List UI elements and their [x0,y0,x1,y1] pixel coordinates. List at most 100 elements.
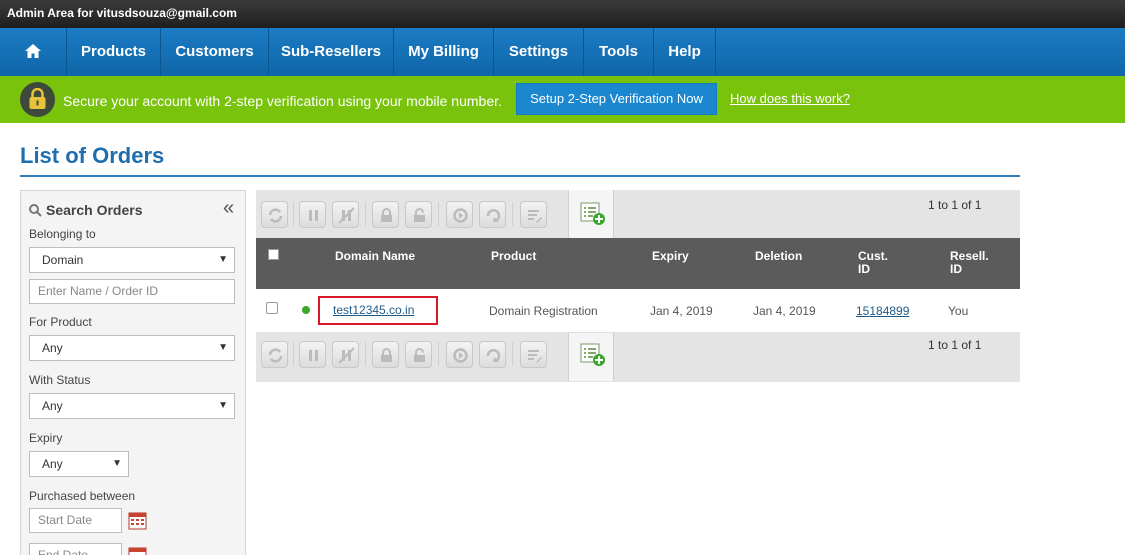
calendar-icon[interactable] [128,511,147,530]
refresh-button[interactable] [261,201,288,228]
add-list-icon [580,343,605,366]
nav-products[interactable]: Products [67,28,161,76]
search-orders-panel: Search Orders « Belonging to Domain ▼ En… [20,190,246,555]
renew-button[interactable] [446,201,473,228]
nav-help[interactable]: Help [654,28,716,76]
admin-bar: Admin Area for vitusdsouza@gmail.com [0,0,1125,28]
product-cell: Domain Registration [489,304,598,318]
dropdown-arrow-icon: ▼ [112,458,122,469]
lock-button[interactable] [372,201,399,228]
end-date-input[interactable]: End Date [29,543,122,555]
suspend-button[interactable] [299,341,326,368]
toolbar-divider [293,202,294,226]
nav-sub-resellers[interactable]: Sub-Resellers [269,28,394,76]
two-step-banner: Secure your account with 2-step verifica… [0,76,1125,123]
nav-tools[interactable]: Tools [584,28,654,76]
lock-icon [381,348,392,362]
toolbar-divider [365,342,366,366]
col-resell-id[interactable]: Resell. ID [950,250,989,276]
deletion-cell: Jan 4, 2019 [753,304,816,318]
name-order-id-input[interactable]: Enter Name / Order ID [29,279,235,304]
col-expiry[interactable]: Expiry [652,250,689,263]
title-divider [20,175,1020,177]
customer-id-link[interactable]: 15184899 [856,304,909,318]
status-dot [302,306,310,314]
col-domain-name[interactable]: Domain Name [335,250,415,263]
how-does-this-work-link[interactable]: How does this work? [730,91,850,106]
nav-home[interactable] [0,28,67,76]
transfer-button[interactable] [479,201,506,228]
select-all-checkbox[interactable] [268,249,279,260]
suspend-button[interactable] [299,201,326,228]
unsuspend-button[interactable] [332,341,359,368]
grid-toolbar-top: 1 to 1 of 1 [256,190,1020,238]
grid-header: Domain Name Product Expiry Deletion Cust… [256,238,1020,289]
col-product[interactable]: Product [491,250,536,263]
search-orders-heading: Search Orders [29,202,143,218]
col-cust-id[interactable]: Cust. ID [858,250,888,276]
unlock-button[interactable] [405,201,432,228]
search-icon [29,204,42,217]
for-product-label: For Product [29,315,92,329]
pager-top: 1 to 1 of 1 [928,198,982,212]
calendar-icon[interactable] [128,546,147,555]
belonging-to-select[interactable]: Domain ▼ [29,247,235,273]
expiry-select[interactable]: Any ▼ [29,451,129,477]
collapse-panel-icon[interactable]: « [223,197,234,220]
renew-button[interactable] [446,341,473,368]
unsuspend-button[interactable] [332,201,359,228]
transfer-icon [486,349,501,362]
banner-message: Secure your account with 2-step verifica… [63,93,502,109]
unlock-icon [414,208,425,222]
pager-bottom: 1 to 1 of 1 [928,338,982,352]
transfer-button[interactable] [479,341,506,368]
col-deletion[interactable]: Deletion [755,250,802,263]
refresh-button[interactable] [261,341,288,368]
nav-my-billing[interactable]: My Billing [394,28,494,76]
dropdown-arrow-icon: ▼ [218,254,228,265]
for-product-select[interactable]: Any ▼ [29,335,235,361]
col-cust-id-line2: ID [858,262,870,276]
row-checkbox[interactable] [266,302,278,314]
toolbar-divider [512,342,513,366]
nav-customers[interactable]: Customers [161,28,269,76]
start-date-input[interactable]: Start Date [29,508,122,533]
with-status-value: Any [42,399,63,413]
dropdown-arrow-icon: ▼ [218,342,228,353]
transfer-icon [486,209,501,222]
pause-icon [309,210,318,221]
edit-list-icon [528,350,542,363]
toolbar-divider [365,202,366,226]
main-nav: Products Customers Sub-Resellers My Bill… [0,28,1125,76]
add-list-icon [580,202,605,225]
setup-2-step-button[interactable]: Setup 2-Step Verification Now [516,83,717,115]
col-resell-id-line2: ID [950,262,962,276]
add-order-button[interactable] [568,190,614,238]
lock-badge [20,82,55,117]
nav-settings[interactable]: Settings [494,28,584,76]
expiry-value: Any [42,457,63,471]
edit-button[interactable] [520,201,547,228]
page-title: List of Orders [20,143,165,168]
edit-button[interactable] [520,341,547,368]
renew-icon [453,208,468,223]
add-order-button[interactable] [568,333,614,381]
for-product-value: Any [42,341,63,355]
belonging-to-label: Belonging to [29,227,96,241]
with-status-select[interactable]: Any ▼ [29,393,235,419]
domain-link[interactable]: test12345.co.in [333,303,414,317]
grid-toolbar-bottom: 1 to 1 of 1 [256,333,1020,381]
toolbar-divider [293,342,294,366]
admin-area-label: Admin Area for vitusdsouza@gmail.com [7,6,237,20]
toolbar-divider [512,202,513,226]
unlock-button[interactable] [405,341,432,368]
unpause-icon [338,347,355,364]
pause-icon [309,350,318,361]
home-icon [25,44,41,58]
unpause-icon [338,207,355,224]
lock-button[interactable] [372,341,399,368]
orders-grid: 1 to 1 of 1 Domain Name Product Expiry D… [256,190,1020,382]
dropdown-arrow-icon: ▼ [218,400,228,411]
belonging-to-value: Domain [42,253,84,267]
toolbar-divider [438,202,439,226]
